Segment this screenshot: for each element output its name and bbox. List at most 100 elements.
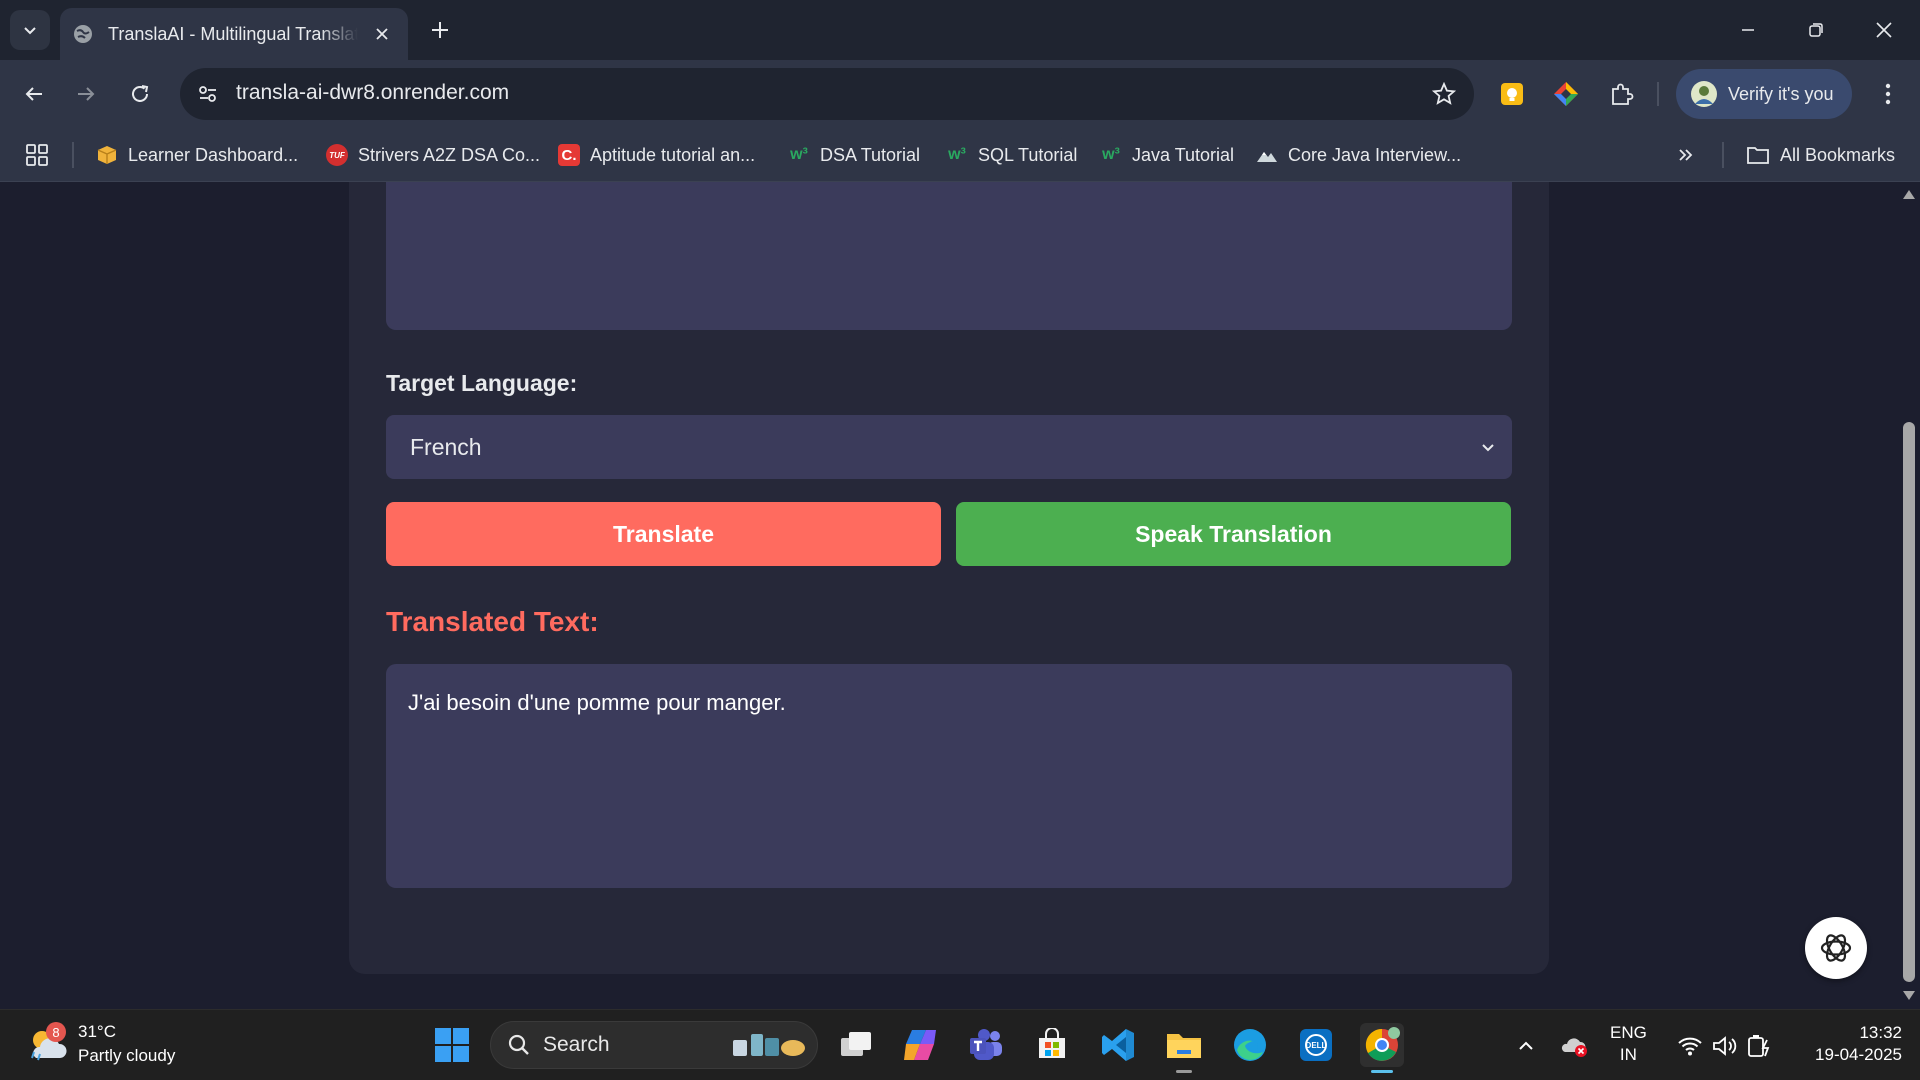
bookmarks-separator [1722, 142, 1724, 168]
keep-extension-button[interactable] [1494, 76, 1530, 112]
teams-icon [970, 1029, 1002, 1060]
wifi-icon [1678, 1037, 1702, 1056]
bookmark-aptitude[interactable]: C. Aptitude tutorial an... [558, 138, 755, 172]
temperature: 31°C [78, 1022, 116, 1041]
chevron-down-icon [1482, 444, 1494, 452]
cloud-error-icon [1561, 1038, 1587, 1057]
taskbar-task-view[interactable] [834, 1023, 878, 1067]
tab-search-button[interactable] [10, 10, 50, 50]
bookmark-label: Core Java Interview... [1288, 144, 1462, 165]
mountain-icon [1257, 152, 1277, 162]
browser-menu-button[interactable] [1868, 74, 1908, 114]
profile-button[interactable]: Verify it's you [1676, 69, 1852, 119]
close-window-button[interactable] [1864, 10, 1904, 50]
windows-start-button[interactable] [432, 1025, 472, 1065]
taskbar-dell[interactable]: DELL [1294, 1023, 1338, 1067]
taskbar-file-explorer[interactable] [1162, 1023, 1206, 1073]
url-text[interactable]: transla-ai-dwr8.onrender.com [236, 81, 509, 105]
scrollbar-thumb[interactable] [1903, 422, 1915, 982]
close-icon [376, 28, 388, 40]
page-scrollbar[interactable] [1898, 182, 1920, 1009]
bookmark-label: SQL Tutorial [978, 144, 1078, 165]
apps-button[interactable] [22, 140, 52, 170]
bookmark-strivers[interactable]: TUF Strivers A2Z DSA Co... [326, 138, 540, 172]
taskbar-chrome[interactable] [1360, 1023, 1404, 1073]
bookmark-label: Learner Dashboard... [128, 144, 299, 165]
source-text-input[interactable] [386, 182, 1512, 330]
reload-button[interactable] [120, 74, 160, 114]
windows-taskbar: 8 31°C Partly cloudy Search DELL ENG IN … [0, 1009, 1920, 1080]
translate-button[interactable]: Translate [386, 502, 941, 566]
scroll-up-arrow-icon[interactable] [1902, 188, 1916, 200]
forward-button[interactable] [66, 74, 106, 114]
toolbar-separator [1657, 82, 1659, 106]
search-label: Search [543, 1033, 610, 1056]
taskbar-teams[interactable] [964, 1023, 1008, 1067]
back-button[interactable] [14, 74, 54, 114]
taskbar-edge[interactable] [1228, 1023, 1272, 1067]
bookmark-dsa-tutorial[interactable]: w³ DSA Tutorial [788, 138, 920, 172]
onedrive-status[interactable] [1556, 1024, 1592, 1068]
taskbar-vscode[interactable] [1096, 1023, 1140, 1067]
all-bookmarks-button[interactable]: All Bookmarks [1746, 138, 1895, 172]
target-language-label: Target Language: [386, 370, 578, 396]
translator-card: Target Language: French Translate Speak … [349, 182, 1549, 974]
bookmark-label: DSA Tutorial [820, 144, 921, 165]
weather-widget[interactable]: 8 31°C Partly cloudy [26, 1020, 175, 1068]
target-language-select[interactable]: French [386, 415, 1512, 479]
scroll-down-arrow-icon[interactable] [1902, 990, 1916, 1002]
note-icon [1501, 83, 1523, 105]
clock-time: 13:32 [1859, 1023, 1902, 1042]
bookmark-core-java[interactable]: Core Java Interview... [1256, 138, 1461, 172]
bookmarks-separator [72, 142, 74, 168]
chrome-icon [1365, 1027, 1400, 1061]
extensions-button[interactable] [1604, 76, 1640, 112]
more-bookmarks-button[interactable] [1676, 138, 1694, 172]
more-vertical-icon [1885, 83, 1891, 105]
all-bookmarks-label: All Bookmarks [1780, 144, 1896, 165]
taskbar-copilot[interactable] [898, 1023, 942, 1067]
show-hidden-icons-button[interactable] [1510, 1024, 1542, 1068]
folder-icon [1747, 147, 1769, 164]
chatgpt-button[interactable] [1805, 917, 1867, 979]
address-bar[interactable]: transla-ai-dwr8.onrender.com [180, 68, 1474, 120]
taskbar-search[interactable]: Search [490, 1021, 818, 1069]
weather-condition: Partly cloudy [78, 1046, 176, 1065]
c-logo-icon: C. [558, 144, 580, 166]
package-icon [97, 146, 117, 164]
site-info-button[interactable] [192, 78, 224, 110]
color-extension-button[interactable] [1548, 76, 1584, 112]
bookmark-sql-tutorial[interactable]: w³ SQL Tutorial [946, 138, 1077, 172]
bookmark-star-button[interactable] [1428, 78, 1460, 110]
selected-language: French [410, 433, 482, 460]
wifi-status[interactable] [1674, 1024, 1706, 1068]
taskbar-store[interactable] [1030, 1023, 1074, 1067]
translated-text-output[interactable]: J'ai besoin d'une pomme pour manger. [386, 664, 1512, 888]
volume-status[interactable] [1710, 1024, 1740, 1068]
svg-text:DELL: DELL [1306, 1041, 1327, 1050]
restore-button[interactable] [1796, 10, 1836, 50]
system-clock[interactable]: 13:32 19-04-2025 [1792, 1022, 1902, 1066]
tune-icon [199, 86, 216, 102]
profile-label: Verify it's you [1728, 83, 1834, 104]
browser-tab[interactable]: TranslaAI - Multilingual Translator [60, 8, 408, 60]
bookmark-learner-dashboard[interactable]: Learner Dashboard... [96, 138, 298, 172]
battery-status[interactable] [1744, 1024, 1778, 1068]
puzzle-icon [1612, 83, 1634, 105]
speaker-icon [1713, 1036, 1737, 1056]
bookmark-java-tutorial[interactable]: w³ Java Tutorial [1100, 138, 1234, 172]
browser-tab-bar: TranslaAI - Multilingual Translator [0, 0, 1920, 60]
minimize-button[interactable] [1728, 10, 1768, 50]
input-language-indicator[interactable]: ENG IN [1610, 1022, 1647, 1066]
new-tab-button[interactable] [424, 14, 456, 46]
tab-close-button[interactable] [370, 22, 394, 46]
w3-icon: w³ [948, 146, 966, 163]
speak-translation-button[interactable]: Speak Translation [956, 502, 1511, 566]
copilot-icon [904, 1030, 936, 1060]
language-code: ENG [1610, 1023, 1647, 1042]
tab-title: TranslaAI - Multilingual Translator [108, 23, 358, 44]
app-active-indicator [1371, 1070, 1393, 1073]
bookmark-label: Java Tutorial [1132, 144, 1235, 165]
translated-text-heading: Translated Text: [386, 606, 599, 637]
store-icon [1039, 1028, 1065, 1058]
